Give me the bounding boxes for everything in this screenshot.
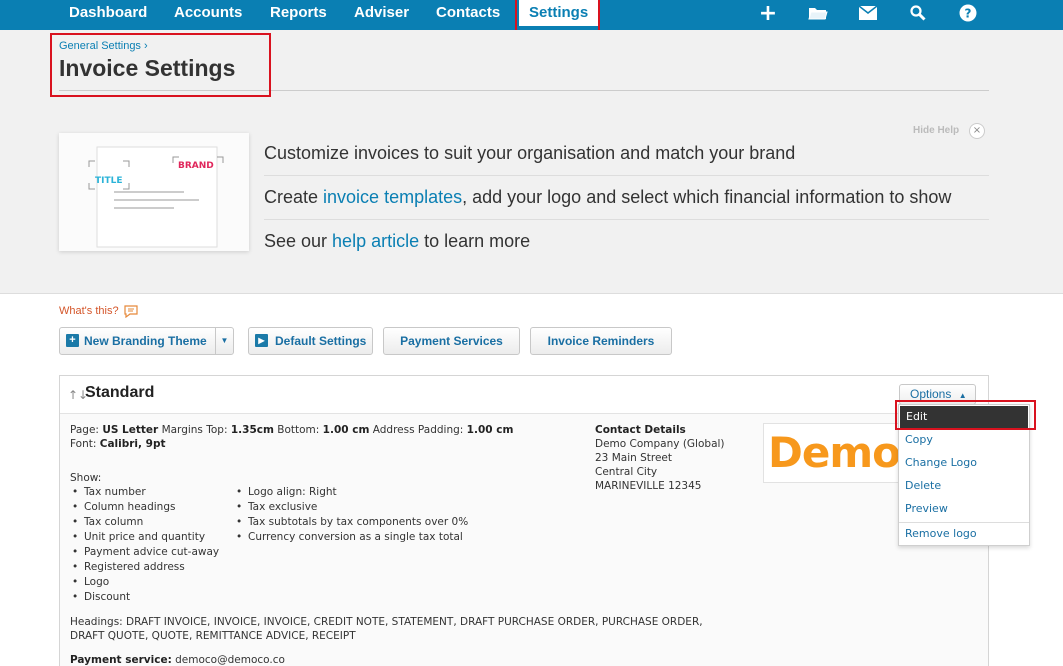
page-label: Page: — [70, 424, 99, 436]
list-item: Tax exclusive — [234, 500, 468, 515]
nav-accounts[interactable]: Accounts — [174, 0, 242, 26]
list-item: Currency conversion as a single tax tota… — [234, 530, 468, 545]
default-settings-button[interactable]: ▶ Default Settings — [248, 327, 373, 355]
help-article-link[interactable]: help article — [332, 231, 419, 251]
help-divider-2 — [264, 219, 989, 220]
font-line: Font: Calibri, 9pt — [70, 438, 166, 450]
chevron-down-icon[interactable]: ▼ — [215, 328, 233, 354]
list-item: Tax subtotals by tax components over 0% — [234, 515, 468, 530]
page-settings-line: Page: US Letter Margins Top: 1.35cm Bott… — [70, 424, 513, 436]
list-item: Logo align: Right — [234, 485, 468, 500]
help-image-brand-label: BRAND — [178, 161, 214, 171]
folder-icon[interactable] — [807, 3, 829, 23]
list-item: Tax column — [70, 515, 219, 530]
payment-service-line: Payment service: democo@democo.co — [70, 654, 285, 666]
svg-text:?: ? — [965, 7, 972, 21]
title-highlight — [50, 33, 271, 97]
menu-item-change-logo[interactable]: Change Logo — [899, 452, 1029, 474]
payment-services-button[interactable]: Payment Services — [383, 327, 520, 355]
help-line-1: Customize invoices to suit your organisa… — [264, 143, 796, 163]
list-item: Tax number — [70, 485, 219, 500]
mail-icon[interactable] — [857, 3, 879, 23]
speech-bubble-icon[interactable] — [123, 303, 139, 319]
help-line-3-pre: See our — [264, 231, 333, 251]
nav-reports[interactable]: Reports — [270, 0, 327, 26]
contact-line: Demo Company (Global) — [595, 438, 725, 450]
headings-line-1: Headings: DRAFT INVOICE, INVOICE, INVOIC… — [70, 616, 703, 628]
help-divider-1 — [264, 175, 989, 176]
plus-icon[interactable]: + — [757, 1, 779, 26]
payment-service-label: Payment service: — [70, 654, 172, 666]
contact-line: MARINEVILLE 12345 — [595, 480, 702, 492]
address-padding-value: 1.00 cm — [466, 424, 514, 436]
page-value: US Letter — [102, 424, 159, 436]
edit-highlight — [895, 400, 1036, 430]
margins-top-value: 1.35cm — [230, 424, 274, 436]
font-value: Calibri, 9pt — [99, 438, 166, 450]
search-icon[interactable] — [907, 3, 929, 23]
invoice-templates-link[interactable]: invoice templates — [323, 187, 462, 207]
list-item: Discount — [70, 590, 219, 605]
nav-dashboard[interactable]: Dashboard — [69, 0, 147, 26]
help-line-2-pre: Create — [264, 187, 324, 207]
bottom-value: 1.00 cm — [322, 424, 370, 436]
list-item: Payment advice cut-away — [70, 545, 219, 560]
nav-adviser[interactable]: Adviser — [354, 0, 409, 26]
new-branding-theme-button[interactable]: + New Branding Theme ▼ — [59, 327, 234, 355]
list-item: Unit price and quantity — [70, 530, 219, 545]
payment-service-value: democo@democo.co — [175, 654, 285, 666]
help-line-3: See our help article to learn more — [264, 231, 530, 252]
help-line-2: Create invoice templates, add your logo … — [264, 187, 951, 208]
help-illustration: TITLE BRAND — [59, 133, 249, 251]
menu-item-copy[interactable]: Copy — [899, 429, 1029, 451]
contact-line: Central City — [595, 466, 658, 478]
options-label: Options — [910, 387, 952, 401]
panel-header: ↑↓ Standard — [60, 376, 988, 414]
theme-title: Standard — [85, 384, 155, 401]
default-settings-label: Default Settings — [275, 334, 367, 348]
hide-help-link[interactable]: Hide Help — [913, 125, 959, 136]
nav-contacts[interactable]: Contacts — [436, 0, 500, 26]
contact-details-title: Contact Details — [595, 424, 686, 436]
show-list-2: Logo align: Right Tax exclusive Tax subt… — [234, 485, 468, 545]
menu-item-remove-logo[interactable]: Remove logo — [899, 523, 1029, 545]
invoice-reminders-button[interactable]: Invoice Reminders — [530, 327, 672, 355]
close-icon[interactable]: × — [969, 123, 985, 139]
show-list-1: Tax number Column headings Tax column Un… — [70, 485, 219, 605]
menu-item-preview[interactable]: Preview — [899, 498, 1029, 520]
help-image-title-label: TITLE — [95, 176, 123, 186]
contact-line: 23 Main Street — [595, 452, 673, 464]
help-line-2-post: , add your logo and select which financi… — [462, 187, 952, 207]
logo-text: Demo — [768, 428, 900, 477]
play-icon: ▶ — [255, 334, 268, 347]
list-item: Column headings — [70, 500, 219, 515]
plus-icon: + — [66, 334, 79, 347]
headings-line-2: DRAFT QUOTE, QUOTE, REMITTANCE ADVICE, R… — [70, 630, 356, 642]
new-branding-theme-label: New Branding Theme — [84, 334, 207, 348]
company-logo: Demo — [763, 423, 901, 483]
settings-highlight — [515, 0, 600, 33]
list-item: Registered address — [70, 560, 219, 575]
address-padding-label: Address Padding: — [372, 424, 464, 436]
help-line-3-post: to learn more — [419, 231, 531, 251]
help-icon[interactable]: ? — [957, 3, 979, 23]
bottom-label: Bottom: — [277, 424, 320, 436]
show-label: Show: — [70, 472, 102, 484]
font-label: Font: — [70, 438, 97, 450]
list-item: Logo — [70, 575, 219, 590]
caret-up-icon: ▲ — [958, 391, 967, 400]
menu-item-delete[interactable]: Delete — [899, 475, 1029, 497]
whats-this-link[interactable]: What's this? — [59, 305, 119, 317]
margins-top-label: Margins Top: — [161, 424, 228, 436]
